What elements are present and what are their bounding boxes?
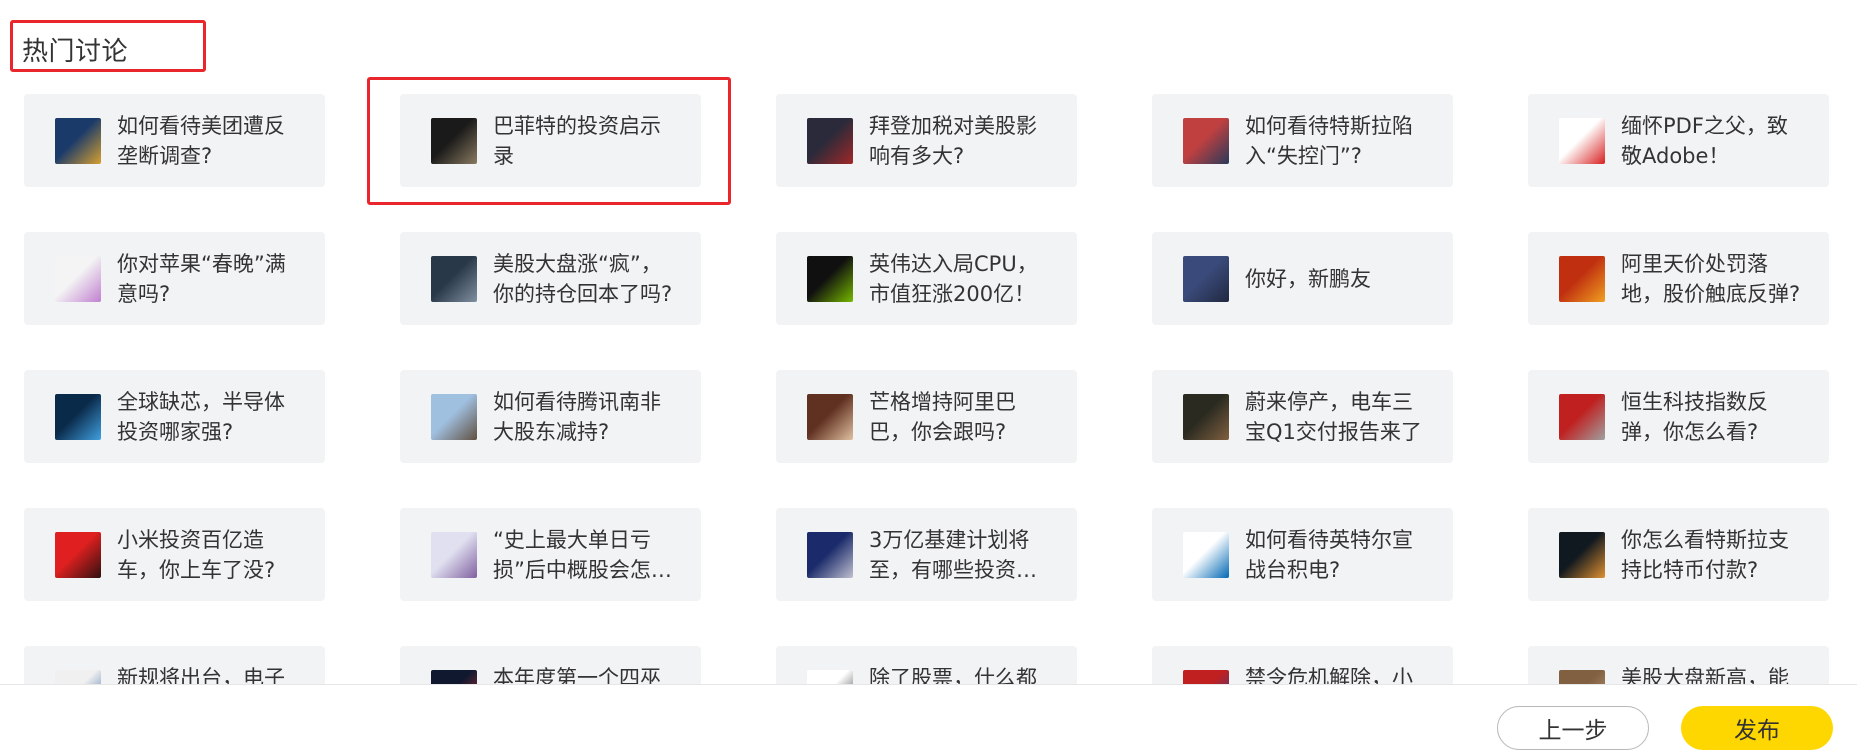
topic-thumbnail	[431, 531, 477, 578]
publish-button[interactable]: 发布	[1681, 706, 1833, 750]
topic-thumbnail	[55, 255, 101, 302]
topic-title: 3万亿基建计划将至，有哪些投资机会?	[869, 527, 1037, 582]
topic-title: 如何看待特斯拉陷入“失控门”?	[1245, 113, 1413, 168]
topic-title: 巴菲特的投资启示录	[493, 113, 661, 168]
topic-card[interactable]: 你好，新鹏友	[1152, 232, 1453, 325]
topic-thumbnail	[55, 393, 101, 440]
topic-title: 小米投资百亿造车，你上车了没?	[117, 527, 276, 582]
topic-title: 美股大盘涨“疯”，你的持仓回本了吗?	[493, 251, 673, 306]
topic-title: 除了股票，什么都在涨?	[869, 665, 1037, 686]
topic-thumbnail	[1559, 531, 1605, 578]
topic-thumbnail	[1559, 393, 1605, 440]
topic-thumbnail	[1183, 669, 1229, 685]
topic-title: 拜登加税对美股影响有多大?	[869, 113, 1037, 168]
topic-thumbnail	[431, 255, 477, 302]
topic-card[interactable]: 拜登加税对美股影响有多大?	[776, 94, 1077, 187]
topic-thumbnail	[807, 393, 853, 440]
topic-title: 芒格增持阿里巴巴，你会跟吗?	[869, 389, 1016, 444]
topic-title: 如何看待腾讯南非大股东减持?	[493, 389, 661, 444]
topic-title: 阿里天价处罚落地，股价触底反弹?	[1621, 251, 1801, 306]
topic-thumbnail	[55, 669, 101, 685]
topic-title: 恒生科技指数反弹，你怎么看?	[1621, 389, 1768, 444]
topic-title: 新规将出台，电子烟何去何从?	[117, 665, 285, 686]
topic-thumbnail	[1183, 255, 1229, 302]
topic-card[interactable]: 你对苹果“春晚”满意吗?	[24, 232, 325, 325]
topic-card[interactable]: 如何看待特斯拉陷入“失控门”?	[1152, 94, 1453, 187]
topic-card[interactable]: 如何看待英特尔宣战台积电?	[1152, 508, 1453, 601]
topic-thumbnail	[807, 669, 853, 685]
topic-title: 你对苹果“春晚”满意吗?	[117, 251, 286, 306]
topic-card[interactable]: 缅怀PDF之父，致敬Adobe！	[1528, 94, 1829, 187]
topic-grid: 如何看待美团遭反垄断调查? 巴菲特的投资启示录 拜登加税对美股影响有多大? 如何看待特…	[24, 94, 1829, 685]
topic-title: 如何看待美团遭反垄断调查?	[117, 113, 285, 168]
topic-card[interactable]: 新规将出台，电子烟何去何从?	[24, 646, 325, 685]
topic-thumbnail	[1183, 393, 1229, 440]
topic-title: 全球缺芯，半导体投资哪家强?	[117, 389, 285, 444]
topic-title: 本年度第一个四巫日来袭	[493, 665, 661, 686]
topic-card[interactable]: “史上最大单日亏损”后中概股会怎样?	[400, 508, 701, 601]
previous-step-button[interactable]: 上一步	[1497, 706, 1649, 750]
topic-card[interactable]: 如何看待美团遭反垄断调查?	[24, 94, 325, 187]
footer-divider	[0, 684, 1857, 685]
topic-thumbnail	[807, 531, 853, 578]
topic-card[interactable]: 英伟达入局CPU，市值狂涨200亿！	[776, 232, 1077, 325]
topic-card[interactable]: 除了股票，什么都在涨?	[776, 646, 1077, 685]
topic-thumbnail	[1559, 117, 1605, 164]
topic-title: “史上最大单日亏损”后中概股会怎样?	[493, 527, 651, 582]
topic-title: 你好，新鹏友	[1245, 266, 1371, 291]
topic-card[interactable]: 芒格增持阿里巴巴，你会跟吗?	[776, 370, 1077, 463]
topic-card[interactable]: 巴菲特的投资启示录	[400, 94, 701, 187]
header: 热门讨论	[0, 0, 1857, 88]
topic-card[interactable]: 小米投资百亿造车，你上车了没?	[24, 508, 325, 601]
topic-thumbnail	[431, 669, 477, 685]
topic-thumbnail	[431, 393, 477, 440]
topic-card[interactable]: 全球缺芯，半导体投资哪家强?	[24, 370, 325, 463]
topic-thumbnail	[1559, 255, 1605, 302]
topic-title: 如何看待英特尔宣战台积电?	[1245, 527, 1413, 582]
topic-thumbnail	[807, 117, 853, 164]
topic-card[interactable]: 3万亿基建计划将至，有哪些投资机会?	[776, 508, 1077, 601]
topic-card[interactable]: 蔚来停产，电车三宝Q1交付报告来了	[1152, 370, 1453, 463]
topic-card[interactable]: 如何看待腾讯南非大股东减持?	[400, 370, 701, 463]
topic-title: 禁令危机解除，小米迎来转机?	[1245, 665, 1413, 686]
topic-thumbnail	[1183, 117, 1229, 164]
topic-title: 英伟达入局CPU，市值狂涨200亿！	[869, 251, 1038, 306]
topic-title: 蔚来停产，电车三宝Q1交付报告来了	[1245, 389, 1422, 444]
topic-card[interactable]: 恒生科技指数反弹，你怎么看?	[1528, 370, 1829, 463]
topic-thumbnail	[807, 255, 853, 302]
topic-card[interactable]: 美股大盘涨“疯”，你的持仓回本了吗?	[400, 232, 701, 325]
topic-card[interactable]: 你怎么看特斯拉支持比特币付款?	[1528, 508, 1829, 601]
page-title: 热门讨论	[22, 37, 129, 67]
topic-list-viewport[interactable]: 如何看待美团遭反垄断调查? 巴菲特的投资启示录 拜登加税对美股影响有多大? 如何看待特…	[0, 88, 1857, 685]
topic-thumbnail	[55, 531, 101, 578]
topic-thumbnail	[55, 117, 101, 164]
topic-title: 你怎么看特斯拉支持比特币付款?	[1621, 527, 1789, 582]
topic-thumbnail	[1183, 531, 1229, 578]
topic-title: 缅怀PDF之父，致敬Adobe！	[1621, 113, 1788, 168]
topic-thumbnail	[1559, 669, 1605, 685]
topic-thumbnail	[431, 117, 477, 164]
topic-title: 美股大盘新高，能否继续上涨?	[1621, 665, 1789, 686]
topic-card[interactable]: 美股大盘新高，能否继续上涨?	[1528, 646, 1829, 685]
topic-card[interactable]: 禁令危机解除，小米迎来转机?	[1152, 646, 1453, 685]
topic-card[interactable]: 本年度第一个四巫日来袭	[400, 646, 701, 685]
topic-card[interactable]: 阿里天价处罚落地，股价触底反弹?	[1528, 232, 1829, 325]
